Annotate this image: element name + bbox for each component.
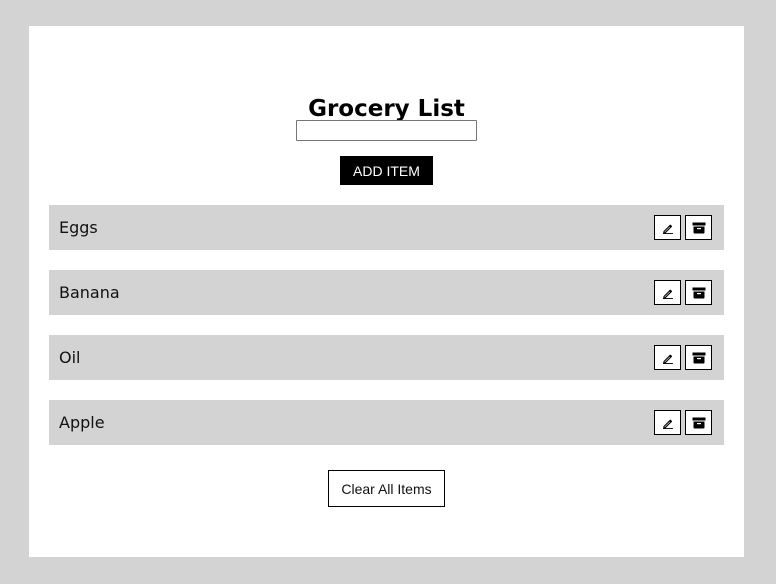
edit-button[interactable] bbox=[654, 280, 681, 305]
edit-button[interactable] bbox=[654, 345, 681, 370]
list-item: Apple bbox=[49, 400, 724, 445]
grocery-card: Grocery List ADD ITEM Eggs Banana Oil Ap… bbox=[29, 26, 744, 557]
archive-icon bbox=[692, 287, 706, 299]
item-name: Eggs bbox=[59, 218, 98, 237]
list-item: Oil bbox=[49, 335, 724, 380]
item-input[interactable] bbox=[296, 120, 477, 141]
item-actions bbox=[654, 215, 712, 240]
archive-button[interactable] bbox=[685, 280, 712, 305]
edit-button[interactable] bbox=[654, 410, 681, 435]
pencil-icon bbox=[662, 352, 674, 364]
pencil-icon bbox=[662, 287, 674, 299]
item-name: Banana bbox=[59, 283, 120, 302]
pencil-icon bbox=[662, 222, 674, 234]
list-item: Eggs bbox=[49, 205, 724, 250]
clear-all-button[interactable]: Clear All Items bbox=[328, 470, 445, 507]
item-actions bbox=[654, 345, 712, 370]
item-actions bbox=[654, 280, 712, 305]
archive-icon bbox=[692, 222, 706, 234]
list-item: Banana bbox=[49, 270, 724, 315]
archive-icon bbox=[692, 352, 706, 364]
pencil-icon bbox=[662, 417, 674, 429]
grocery-list: Eggs Banana Oil Apple bbox=[49, 205, 724, 465]
archive-icon bbox=[692, 417, 706, 429]
item-name: Apple bbox=[59, 413, 105, 432]
add-item-button[interactable]: ADD ITEM bbox=[340, 156, 433, 185]
item-actions bbox=[654, 410, 712, 435]
archive-button[interactable] bbox=[685, 410, 712, 435]
edit-button[interactable] bbox=[654, 215, 681, 240]
item-name: Oil bbox=[59, 348, 81, 367]
archive-button[interactable] bbox=[685, 215, 712, 240]
archive-button[interactable] bbox=[685, 345, 712, 370]
